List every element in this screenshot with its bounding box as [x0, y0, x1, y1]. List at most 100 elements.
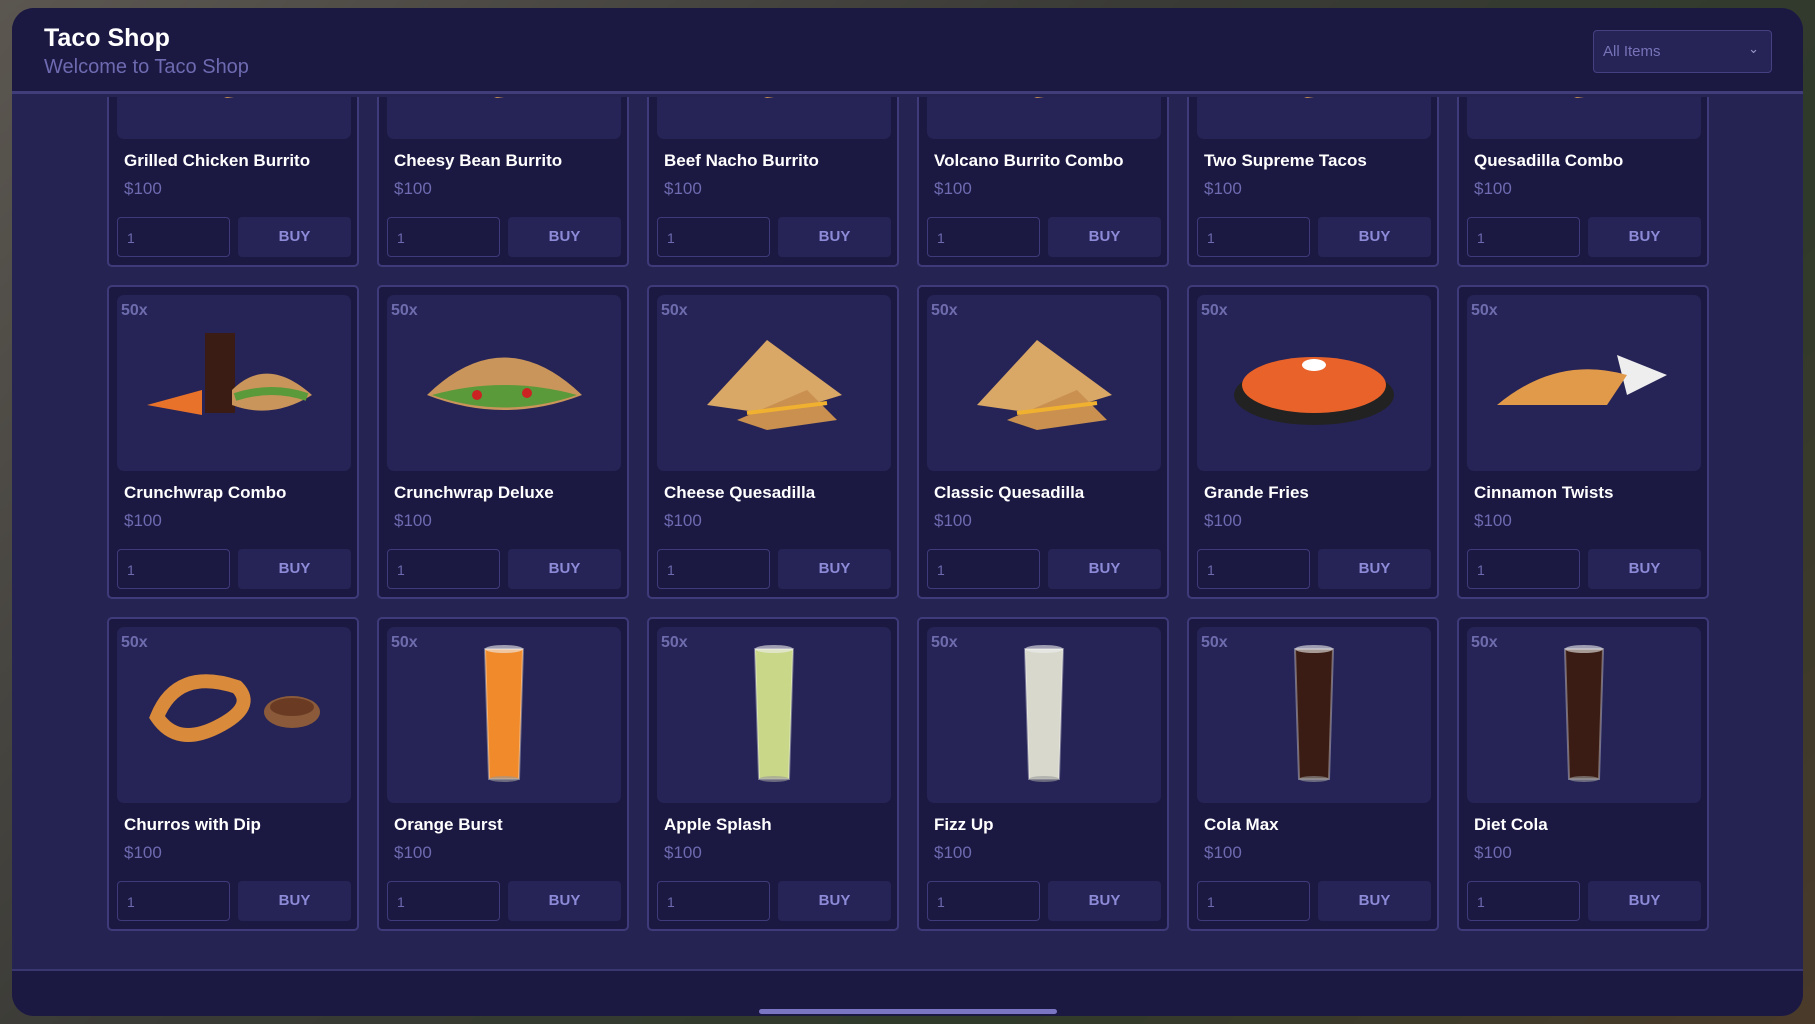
stock-count: 50x — [1201, 302, 1228, 319]
product-picture — [1497, 355, 1667, 405]
product-image: 50x — [1197, 627, 1431, 803]
stock-count: 50x — [1471, 634, 1498, 651]
quantity-input[interactable]: 1 — [387, 549, 500, 589]
buy-button[interactable]: BUY — [1318, 217, 1431, 257]
product-card: 50x Classic Quesadilla $100 1 BUY — [917, 285, 1169, 599]
product-picture — [764, 97, 774, 98]
product-name: Grande Fries — [1204, 483, 1309, 502]
quantity-input[interactable]: 1 — [1197, 217, 1310, 257]
product-name: Cola Max — [1204, 815, 1279, 834]
quantity-input[interactable]: 1 — [657, 217, 770, 257]
buy-button[interactable]: BUY — [238, 881, 351, 921]
buy-button[interactable]: BUY — [238, 217, 351, 257]
stock-count: 50x — [121, 634, 148, 651]
quantity-input[interactable]: 1 — [117, 549, 230, 589]
product-image: 50x — [927, 97, 1161, 139]
product-card: 50x Fizz Up $100 1 BUY — [917, 617, 1169, 931]
stock-count: 50x — [121, 302, 148, 319]
product-card: 50x Two Supreme Tacos $100 1 BUY — [1187, 97, 1439, 267]
product-name: Churros with Dip — [124, 815, 261, 834]
quantity-input[interactable]: 1 — [117, 881, 230, 921]
product-image: 50x — [657, 295, 891, 471]
buy-button[interactable]: BUY — [1588, 881, 1701, 921]
quantity-input[interactable]: 1 — [657, 881, 770, 921]
product-card: 50x Crunchwrap Deluxe $100 1 BUY — [377, 285, 629, 599]
items-scroll-area[interactable]: 50x Grilled Chicken Burrito $100 1 BUY50… — [12, 97, 1803, 969]
product-name: Two Supreme Tacos — [1204, 151, 1367, 170]
product-card: 50x Cinnamon Twists $100 1 BUY — [1457, 285, 1709, 599]
quantity-input[interactable]: 1 — [387, 217, 500, 257]
product-picture — [224, 97, 234, 98]
product-name: Orange Burst — [394, 815, 503, 834]
product-price: $100 — [1204, 843, 1242, 862]
shop-window: Taco Shop Welcome to Taco Shop All Items… — [12, 8, 1803, 1016]
product-card: 50x Diet Cola $100 1 BUY — [1457, 617, 1709, 931]
product-name: Crunchwrap Deluxe — [394, 483, 554, 502]
buy-button[interactable]: BUY — [1318, 549, 1431, 589]
product-price: $100 — [1204, 511, 1242, 530]
product-price: $100 — [124, 843, 162, 862]
product-name: Apple Splash — [664, 815, 772, 834]
product-price: $100 — [124, 511, 162, 530]
product-price: $100 — [1474, 179, 1512, 198]
product-picture — [427, 357, 582, 410]
product-picture — [1563, 645, 1605, 782]
quantity-input[interactable]: 1 — [927, 217, 1040, 257]
product-card: 50x Cheesy Bean Burrito $100 1 BUY — [377, 97, 629, 267]
buy-button[interactable]: BUY — [778, 881, 891, 921]
buy-button[interactable]: BUY — [778, 217, 891, 257]
product-price: $100 — [664, 511, 702, 530]
product-name: Grilled Chicken Burrito — [124, 151, 311, 170]
buy-button[interactable]: BUY — [508, 549, 621, 589]
quantity-input[interactable]: 1 — [1197, 549, 1310, 589]
buy-button[interactable]: BUY — [778, 549, 891, 589]
product-card: 50x Crunchwrap Combo $100 1 BUY — [107, 285, 359, 599]
stock-count: 50x — [661, 302, 688, 319]
buy-button[interactable]: BUY — [1588, 217, 1701, 257]
stock-count: 50x — [391, 634, 418, 651]
product-image: 50x — [387, 627, 621, 803]
category-filter-select[interactable]: All Items ⌄ — [1593, 30, 1772, 73]
product-name: Cinnamon Twists — [1474, 483, 1614, 502]
header: Taco Shop Welcome to Taco Shop All Items… — [12, 8, 1803, 94]
product-image: 50x — [1197, 295, 1431, 471]
quantity-input[interactable]: 1 — [1197, 881, 1310, 921]
product-card: 50x Apple Splash $100 1 BUY — [647, 617, 899, 931]
buy-button[interactable]: BUY — [1048, 549, 1161, 589]
product-image: 50x — [387, 295, 621, 471]
product-picture — [1234, 357, 1394, 425]
buy-button[interactable]: BUY — [238, 549, 351, 589]
quantity-input[interactable]: 1 — [927, 549, 1040, 589]
quantity-input[interactable]: 1 — [387, 881, 500, 921]
buy-button[interactable]: BUY — [508, 881, 621, 921]
product-price: $100 — [934, 179, 972, 198]
quantity-input[interactable]: 1 — [657, 549, 770, 589]
stock-count: 50x — [931, 302, 958, 319]
buy-button[interactable]: BUY — [1318, 881, 1431, 921]
buy-button[interactable]: BUY — [508, 217, 621, 257]
product-picture — [1574, 97, 1584, 98]
buy-button[interactable]: BUY — [1048, 881, 1161, 921]
product-card: 50x Beef Nacho Burrito $100 1 BUY — [647, 97, 899, 267]
product-image: 50x — [117, 627, 351, 803]
product-name: Quesadilla Combo — [1474, 151, 1624, 170]
product-picture — [1023, 645, 1065, 782]
product-image: 50x — [117, 97, 351, 139]
horizontal-scrollbar[interactable] — [759, 1009, 1057, 1014]
product-card: 50x Volcano Burrito Combo $100 1 BUY — [917, 97, 1169, 267]
quantity-input[interactable]: 1 — [1467, 881, 1580, 921]
product-name: Volcano Burrito Combo — [934, 151, 1124, 170]
quantity-input[interactable]: 1 — [1467, 217, 1580, 257]
product-name: Crunchwrap Combo — [124, 483, 287, 502]
product-picture — [494, 97, 504, 98]
product-picture — [753, 645, 795, 782]
quantity-input[interactable]: 1 — [117, 217, 230, 257]
stock-count: 50x — [1471, 302, 1498, 319]
product-name: Fizz Up — [934, 815, 994, 834]
quantity-input[interactable]: 1 — [927, 881, 1040, 921]
quantity-input[interactable]: 1 — [1467, 549, 1580, 589]
buy-button[interactable]: BUY — [1048, 217, 1161, 257]
product-name: Cheese Quesadilla — [664, 483, 816, 502]
buy-button[interactable]: BUY — [1588, 549, 1701, 589]
product-card: 50x Grilled Chicken Burrito $100 1 BUY — [107, 97, 359, 267]
